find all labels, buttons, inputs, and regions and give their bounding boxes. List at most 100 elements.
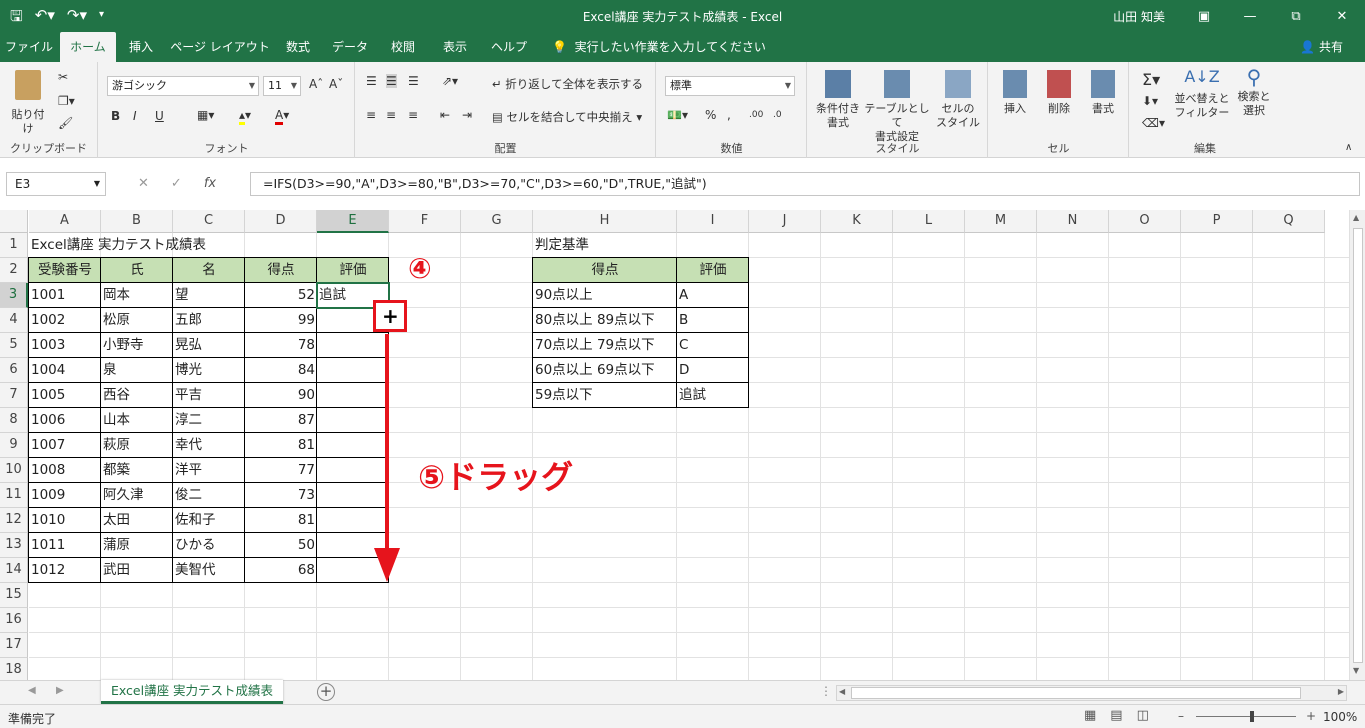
font-color-icon[interactable]: A▾ xyxy=(275,108,289,125)
increase-font-icon[interactable]: Aˆ xyxy=(309,77,323,91)
sheet-tab-active[interactable]: Excel講座 実力テスト成績表 xyxy=(101,680,283,704)
align-center-icon[interactable]: ≡ xyxy=(386,108,396,122)
next-sheet-icon[interactable]: ▶ xyxy=(56,685,64,696)
comma-icon[interactable]: , xyxy=(727,108,731,122)
row-header-3[interactable]: 3 xyxy=(0,283,28,308)
column-header-n[interactable]: N xyxy=(1037,210,1109,233)
percent-icon[interactable]: % xyxy=(705,108,716,122)
collapse-ribbon-icon[interactable]: ∧ xyxy=(1345,142,1352,153)
column-header-m[interactable]: M xyxy=(965,210,1037,233)
tab-page-layout[interactable]: ページ レイアウト xyxy=(166,32,274,62)
enter-icon[interactable]: ✓ xyxy=(171,176,182,191)
align-top-icon[interactable]: ☰ xyxy=(366,74,377,88)
underline-button[interactable]: U xyxy=(155,109,164,123)
format-as-table-button[interactable]: テーブルとして 書式設定 xyxy=(864,70,930,144)
row-header-12[interactable]: 12 xyxy=(0,508,28,533)
row-header-4[interactable]: 4 xyxy=(0,308,28,333)
cancel-icon[interactable]: ✕ xyxy=(138,176,149,191)
column-header-e[interactable]: E xyxy=(317,210,389,233)
column-header-o[interactable]: O xyxy=(1109,210,1181,233)
share-button[interactable]: 👤 共有 xyxy=(1300,32,1343,62)
currency-icon[interactable]: 💵▾ xyxy=(667,108,688,122)
delete-cells-button[interactable]: 削除 xyxy=(1039,70,1079,116)
user-name[interactable]: 山田 知美 xyxy=(1113,8,1165,25)
row-header-1[interactable]: 1 xyxy=(0,233,28,258)
find-select-button[interactable]: ⚲ 検索と 選択 xyxy=(1232,67,1276,118)
tab-view[interactable]: 表示 xyxy=(428,32,482,62)
row-header-9[interactable]: 9 xyxy=(0,433,28,458)
column-header-b[interactable]: B xyxy=(101,210,173,233)
copy-icon[interactable]: ❐▾ xyxy=(58,94,75,108)
sheet-title[interactable]: Excel講座 実力テスト成績表 xyxy=(29,233,208,258)
zoom-slider-thumb[interactable] xyxy=(1250,711,1254,722)
bold-button[interactable]: B xyxy=(111,109,120,123)
row-header-7[interactable]: 7 xyxy=(0,383,28,408)
vertical-scrollbar[interactable]: ▲ ▼ xyxy=(1349,210,1365,680)
align-middle-icon[interactable]: ☰ xyxy=(386,74,397,88)
decrease-font-icon[interactable]: Aˇ xyxy=(329,77,343,91)
format-cells-button[interactable]: 書式 xyxy=(1083,70,1123,116)
autosum-icon[interactable]: Σ▾ xyxy=(1142,70,1160,89)
cut-icon[interactable]: ✂ xyxy=(58,70,68,84)
scroll-down-icon[interactable]: ▼ xyxy=(1353,666,1359,675)
clear-icon[interactable]: ⌫▾ xyxy=(1142,116,1165,130)
criteria-title[interactable]: 判定基準 xyxy=(533,233,591,258)
tab-home[interactable]: ホーム xyxy=(60,32,116,62)
format-painter-icon[interactable]: 🖌 xyxy=(58,116,73,130)
fill-icon[interactable]: ⬇▾ xyxy=(1142,94,1158,108)
decrease-indent-icon[interactable]: ⇤ xyxy=(440,108,450,122)
zoom-out-icon[interactable]: – xyxy=(1178,709,1184,723)
column-header-p[interactable]: P xyxy=(1181,210,1253,233)
close-icon[interactable]: ✕ xyxy=(1319,0,1365,32)
increase-decimal-icon[interactable]: .00 xyxy=(749,110,763,120)
wrap-text-button[interactable]: ↵ 折り返して全体を表示する xyxy=(492,76,643,92)
page-layout-view-icon[interactable]: ▤ xyxy=(1110,708,1122,723)
align-bottom-icon[interactable]: ☰ xyxy=(408,74,419,88)
column-header-d[interactable]: D xyxy=(245,210,317,233)
row-header-13[interactable]: 13 xyxy=(0,533,28,558)
select-all-corner[interactable] xyxy=(0,210,28,233)
ribbon-display-icon[interactable]: ▣ xyxy=(1181,0,1227,32)
row-header-8[interactable]: 8 xyxy=(0,408,28,433)
tab-insert[interactable]: 挿入 xyxy=(118,32,164,62)
tab-data[interactable]: データ xyxy=(322,32,378,62)
prev-sheet-icon[interactable]: ◀ xyxy=(28,685,36,696)
horizontal-scroll-thumb[interactable] xyxy=(851,687,1301,699)
tab-formulas[interactable]: 数式 xyxy=(276,32,320,62)
row-header-15[interactable]: 15 xyxy=(0,583,28,608)
row-header-2[interactable]: 2 xyxy=(0,258,28,283)
paste-button[interactable]: 貼り付け xyxy=(8,70,48,136)
scroll-up-icon[interactable]: ▲ xyxy=(1353,213,1359,222)
tab-split-icon[interactable]: ⋮ xyxy=(820,684,832,698)
row-header-11[interactable]: 11 xyxy=(0,483,28,508)
tab-review[interactable]: 校閲 xyxy=(380,32,426,62)
scroll-right-icon[interactable]: ▶ xyxy=(1338,687,1344,696)
add-sheet-icon[interactable]: + xyxy=(317,683,335,701)
formula-input[interactable]: =IFS(D3>=90,"A",D3>=80,"B",D3>=70,"C",D3… xyxy=(250,172,1360,196)
column-header-a[interactable]: A xyxy=(29,210,101,233)
column-header-h[interactable]: H xyxy=(533,210,677,233)
tab-help[interactable]: ヘルプ xyxy=(484,32,534,62)
zoom-level[interactable]: 100% xyxy=(1323,710,1357,724)
normal-view-icon[interactable]: ▦ xyxy=(1084,708,1096,723)
tell-me-box[interactable]: 💡 実行したい作業を入力してください xyxy=(552,32,766,62)
column-header-i[interactable]: I xyxy=(677,210,749,233)
increase-indent-icon[interactable]: ⇥ xyxy=(462,108,472,122)
column-header-l[interactable]: L xyxy=(893,210,965,233)
row-header-17[interactable]: 17 xyxy=(0,633,28,658)
merge-center-button[interactable]: ▤ セルを結合して中央揃え ▾ xyxy=(492,109,642,125)
minimize-icon[interactable]: — xyxy=(1227,0,1273,32)
zoom-in-icon[interactable]: + xyxy=(1306,709,1316,723)
italic-button[interactable]: I xyxy=(133,109,137,123)
column-header-g[interactable]: G xyxy=(461,210,533,233)
font-name-select[interactable]: 游ゴシック ▼ xyxy=(107,76,259,96)
orientation-icon[interactable]: ⇗▾ xyxy=(442,74,458,88)
align-right-icon[interactable]: ≡ xyxy=(408,108,418,122)
insert-cells-button[interactable]: 挿入 xyxy=(995,70,1035,116)
restore-icon[interactable]: ⧉ xyxy=(1273,0,1319,32)
fill-color-icon[interactable]: ▴▾ xyxy=(239,108,251,125)
borders-icon[interactable]: ▦▾ xyxy=(197,108,214,122)
align-left-icon[interactable]: ≡ xyxy=(366,108,376,122)
row-header-16[interactable]: 16 xyxy=(0,608,28,633)
row-header-14[interactable]: 14 xyxy=(0,558,28,583)
